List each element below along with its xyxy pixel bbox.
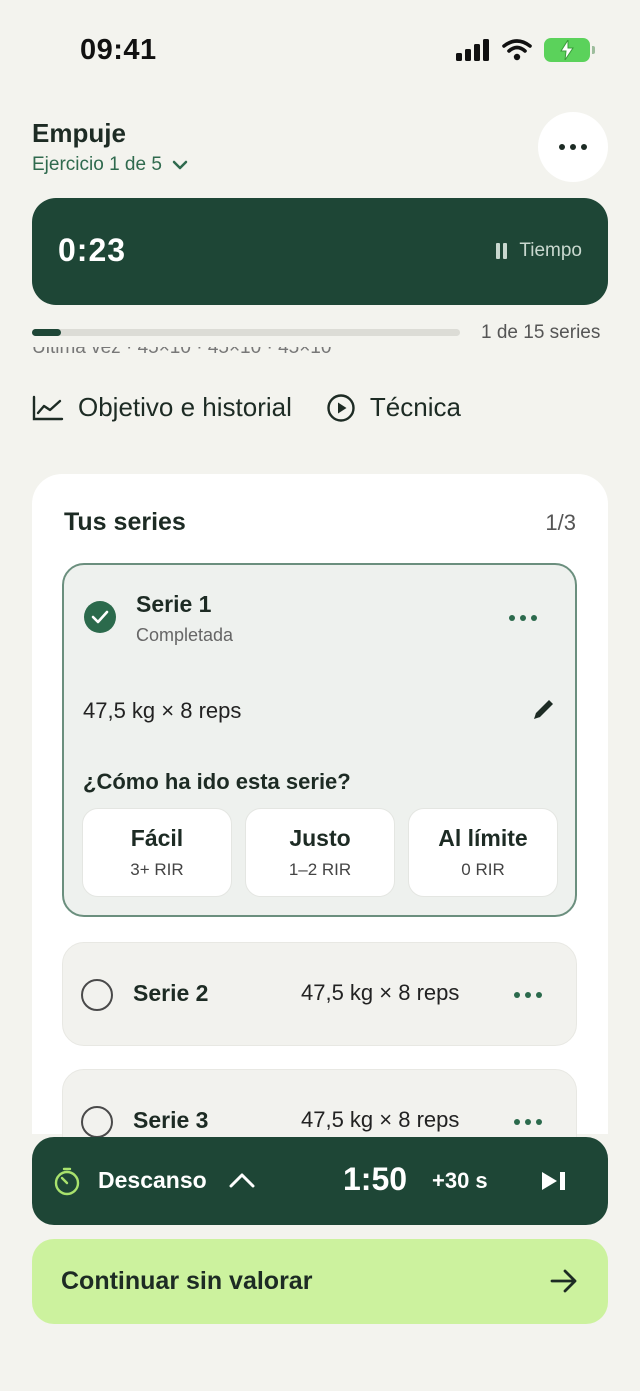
chart-line-icon: [32, 395, 64, 420]
last-time-summary: Última vez · 45×10 · 45×10 · 45×10: [32, 347, 332, 358]
goal-history-label: Objetivo e historial: [78, 392, 292, 422]
rating-option-rir: 3+ RIR: [130, 860, 184, 879]
set-more-icon[interactable]: [514, 1119, 542, 1125]
goal-history-link[interactable]: Objetivo e historial: [32, 392, 292, 423]
set-card-active[interactable]: Serie 1 Completada 47,5 kg × 8 reps ¿Cóm…: [62, 563, 577, 917]
technique-link[interactable]: Técnica: [326, 392, 461, 423]
timer-label: Tiempo: [519, 240, 582, 261]
unchecked-circle-icon[interactable]: [81, 1106, 113, 1138]
timer-value: 0:23: [58, 232, 127, 268]
technique-label: Técnica: [369, 392, 461, 422]
rest-timer-bar[interactable]: Descanso 1:50 +30 s: [32, 1137, 608, 1225]
set-name: Serie 3: [133, 1107, 209, 1133]
set-name: Serie 2: [133, 980, 209, 1006]
series-count: 1/3: [545, 510, 576, 535]
workout-timer: 0:23 Tiempo: [32, 198, 608, 305]
chevron-down-icon: [172, 160, 188, 170]
status-time: 09:41: [80, 34, 157, 66]
edit-pencil-icon[interactable]: [531, 696, 557, 727]
series-progress-bar: [32, 329, 460, 336]
more-dots-icon: [559, 144, 587, 150]
rating-easy-button[interactable]: Fácil 3+ RIR: [82, 808, 232, 897]
check-circle-icon: [84, 601, 116, 633]
arrow-right-icon: [550, 1269, 577, 1293]
rating-option-label: Justo: [289, 825, 351, 851]
rest-time: 1:50: [343, 1161, 408, 1197]
series-progress-label: 1 de 15 series: [481, 322, 601, 343]
rating-option-rir: 0 RIR: [461, 860, 505, 879]
exercise-progress-label: Ejercicio 1 de 5: [32, 154, 162, 175]
series-progress-fill: [32, 329, 61, 336]
set-rating-question: ¿Cómo ha ido esta serie?: [83, 769, 351, 794]
exercise-links: Objetivo e historial Técnica: [32, 392, 461, 423]
add-30s-button[interactable]: +30 s: [432, 1168, 488, 1194]
play-circle-icon: [327, 393, 355, 422]
series-title: Tus series: [64, 508, 186, 536]
rating-option-label: Al límite: [438, 825, 528, 851]
set-rating-options: Fácil 3+ RIR Justo 1–2 RIR Al límite 0 R…: [82, 808, 558, 897]
set-status: Completada: [136, 625, 234, 645]
battery-charging-icon: [544, 38, 595, 62]
stopwatch-icon: [54, 1167, 80, 1196]
rating-option-rir: 1–2 RIR: [288, 860, 352, 879]
pause-icon: [496, 243, 508, 259]
cellular-signal-icon: [456, 39, 489, 61]
chevron-up-icon[interactable]: [228, 1171, 256, 1189]
continue-label: Continuar sin valorar: [61, 1267, 313, 1295]
workout-title: Empuje: [32, 118, 126, 148]
set-name: Serie 1: [136, 591, 212, 617]
set-more-icon[interactable]: [514, 992, 542, 998]
set-weight-reps: 47,5 kg × 8 reps: [83, 698, 242, 723]
status-icons: [456, 38, 595, 62]
wifi-icon: [502, 39, 532, 61]
rating-limit-button[interactable]: Al límite 0 RIR: [408, 808, 558, 897]
skip-forward-icon[interactable]: [540, 1170, 568, 1192]
more-options-button[interactable]: [538, 112, 608, 182]
set-weight-reps: 47,5 kg × 8 reps: [301, 980, 460, 1005]
timer-pause-button[interactable]: Tiempo: [496, 240, 582, 262]
series-panel: Tus series 1/3 Serie 1 Completada 47,5 k…: [32, 474, 608, 1173]
rest-label: Descanso: [98, 1167, 207, 1193]
exercise-selector[interactable]: Ejercicio 1 de 5: [32, 154, 188, 176]
set-row[interactable]: Serie 2 47,5 kg × 8 reps: [62, 942, 577, 1046]
rating-just-right-button[interactable]: Justo 1–2 RIR: [245, 808, 395, 897]
set-weight-reps: 47,5 kg × 8 reps: [301, 1107, 460, 1132]
rating-option-label: Fácil: [130, 825, 184, 851]
unchecked-circle-icon[interactable]: [81, 979, 113, 1011]
continue-without-rating-button[interactable]: Continuar sin valorar: [32, 1239, 608, 1324]
set-more-icon[interactable]: [509, 615, 537, 621]
